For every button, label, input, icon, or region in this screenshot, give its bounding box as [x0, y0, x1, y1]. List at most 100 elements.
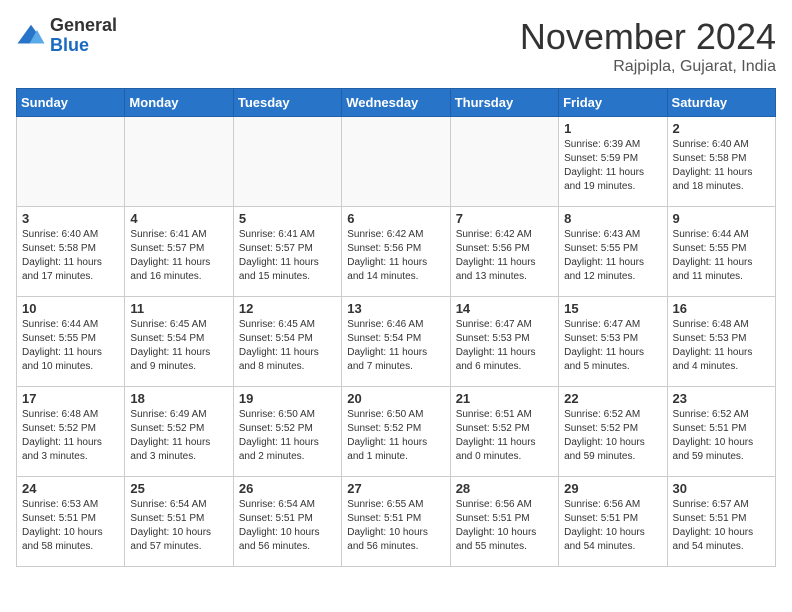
calendar-cell: 21 Sunrise: 6:51 AMSunset: 5:52 PMDayligh…	[450, 387, 558, 477]
calendar-cell: 26 Sunrise: 6:54 AMSunset: 5:51 PMDayligh…	[233, 477, 341, 567]
day-info: Sunrise: 6:57 AMSunset: 5:51 PMDaylight:…	[673, 498, 770, 554]
calendar-cell: 14 Sunrise: 6:47 AMSunset: 5:53 PMDayligh…	[450, 297, 558, 387]
calendar-cell: 30Sunrise: 6:57 AMSunset: 5:51 PMDayligh…	[667, 477, 775, 567]
day-number: 21	[456, 391, 553, 406]
day-number: 17	[22, 391, 119, 406]
calendar-cell: 18 Sunrise: 6:49 AMSunset: 5:52 PMDayligh…	[125, 387, 233, 477]
day-info: Sunrise: 6:40 AMSunset: 5:58 PMDaylight:…	[673, 138, 770, 194]
calendar-cell: 17 Sunrise: 6:48 AMSunset: 5:52 PMDayligh…	[17, 387, 125, 477]
calendar-cell	[342, 117, 450, 207]
day-number: 15	[564, 301, 661, 316]
day-info: Sunrise: 6:42 AMSunset: 5:56 PMDaylight:…	[456, 228, 553, 284]
calendar-cell: 13Sunrise: 6:46 AMSunset: 5:54 PMDayligh…	[342, 297, 450, 387]
day-number: 13	[347, 301, 444, 316]
header-row: SundayMondayTuesdayWednesdayThursdayFrid…	[17, 89, 776, 117]
day-number: 26	[239, 481, 336, 496]
day-info: Sunrise: 6:53 AMSunset: 5:51 PMDaylight:…	[22, 498, 119, 554]
logo: General Blue	[16, 16, 117, 56]
day-info: Sunrise: 6:56 AMSunset: 5:51 PMDaylight:…	[564, 498, 661, 554]
day-number: 23	[673, 391, 770, 406]
day-info: Sunrise: 6:54 AMSunset: 5:51 PMDaylight:…	[239, 498, 336, 554]
day-info: Sunrise: 6:45 AMSunset: 5:54 PMDaylight:…	[239, 318, 336, 374]
day-info: Sunrise: 6:49 AMSunset: 5:52 PMDaylight:…	[130, 408, 227, 464]
calendar-cell	[125, 117, 233, 207]
column-header-wednesday: Wednesday	[342, 89, 450, 117]
day-number: 24	[22, 481, 119, 496]
calendar-cell: 27 Sunrise: 6:55 AMSunset: 5:51 PMDayligh…	[342, 477, 450, 567]
day-info: Sunrise: 6:50 AMSunset: 5:52 PMDaylight:…	[347, 408, 444, 464]
day-number: 11	[130, 301, 227, 316]
calendar-cell: 24 Sunrise: 6:53 AMSunset: 5:51 PMDayligh…	[17, 477, 125, 567]
day-info: Sunrise: 6:54 AMSunset: 5:51 PMDaylight:…	[130, 498, 227, 554]
calendar-cell: 1Sunrise: 6:39 AMSunset: 5:59 PMDaylight…	[559, 117, 667, 207]
day-number: 3	[22, 211, 119, 226]
day-info: Sunrise: 6:47 AMSunset: 5:53 PMDaylight:…	[564, 318, 661, 374]
calendar-cell: 10 Sunrise: 6:44 AMSunset: 5:55 PMDayligh…	[17, 297, 125, 387]
logo-icon	[16, 21, 46, 51]
day-info: Sunrise: 6:56 AMSunset: 5:51 PMDaylight:…	[456, 498, 553, 554]
calendar-cell: 20 Sunrise: 6:50 AMSunset: 5:52 PMDayligh…	[342, 387, 450, 477]
calendar-cell: 5 Sunrise: 6:41 AMSunset: 5:57 PMDaylight…	[233, 207, 341, 297]
day-number: 27	[347, 481, 444, 496]
calendar-cell: 7 Sunrise: 6:42 AMSunset: 5:56 PMDaylight…	[450, 207, 558, 297]
calendar-cell: 3 Sunrise: 6:40 AMSunset: 5:58 PMDaylight…	[17, 207, 125, 297]
week-row-3: 10 Sunrise: 6:44 AMSunset: 5:55 PMDayligh…	[17, 297, 776, 387]
day-info: Sunrise: 6:44 AMSunset: 5:55 PMDaylight:…	[673, 228, 770, 284]
title-block: November 2024 Rajpipla, Gujarat, India	[520, 16, 776, 76]
calendar-cell: 25 Sunrise: 6:54 AMSunset: 5:51 PMDayligh…	[125, 477, 233, 567]
logo-blue-text: Blue	[50, 36, 117, 56]
calendar-body: 1Sunrise: 6:39 AMSunset: 5:59 PMDaylight…	[17, 117, 776, 567]
day-number: 5	[239, 211, 336, 226]
day-number: 20	[347, 391, 444, 406]
day-info: Sunrise: 6:45 AMSunset: 5:54 PMDaylight:…	[130, 318, 227, 374]
day-number: 4	[130, 211, 227, 226]
column-header-thursday: Thursday	[450, 89, 558, 117]
calendar-cell: 28Sunrise: 6:56 AMSunset: 5:51 PMDayligh…	[450, 477, 558, 567]
day-number: 6	[347, 211, 444, 226]
calendar-cell	[17, 117, 125, 207]
day-info: Sunrise: 6:41 AMSunset: 5:57 PMDaylight:…	[239, 228, 336, 284]
day-info: Sunrise: 6:50 AMSunset: 5:52 PMDaylight:…	[239, 408, 336, 464]
calendar-cell: 15 Sunrise: 6:47 AMSunset: 5:53 PMDayligh…	[559, 297, 667, 387]
day-number: 18	[130, 391, 227, 406]
calendar-table: SundayMondayTuesdayWednesdayThursdayFrid…	[16, 88, 776, 567]
day-number: 1	[564, 121, 661, 136]
day-info: Sunrise: 6:44 AMSunset: 5:55 PMDaylight:…	[22, 318, 119, 374]
day-number: 22	[564, 391, 661, 406]
column-header-sunday: Sunday	[17, 89, 125, 117]
calendar-cell: 23Sunrise: 6:52 AMSunset: 5:51 PMDayligh…	[667, 387, 775, 477]
day-number: 16	[673, 301, 770, 316]
logo-general-text: General	[50, 16, 117, 36]
calendar-cell: 9 Sunrise: 6:44 AMSunset: 5:55 PMDaylight…	[667, 207, 775, 297]
day-number: 7	[456, 211, 553, 226]
calendar-cell: 2 Sunrise: 6:40 AMSunset: 5:58 PMDaylight…	[667, 117, 775, 207]
day-info: Sunrise: 6:43 AMSunset: 5:55 PMDaylight:…	[564, 228, 661, 284]
week-row-4: 17 Sunrise: 6:48 AMSunset: 5:52 PMDayligh…	[17, 387, 776, 477]
day-info: Sunrise: 6:48 AMSunset: 5:52 PMDaylight:…	[22, 408, 119, 464]
day-number: 14	[456, 301, 553, 316]
calendar-cell	[233, 117, 341, 207]
page-header: General Blue November 2024 Rajpipla, Guj…	[16, 16, 776, 76]
calendar-cell: 12Sunrise: 6:45 AMSunset: 5:54 PMDayligh…	[233, 297, 341, 387]
day-info: Sunrise: 6:52 AMSunset: 5:52 PMDaylight:…	[564, 408, 661, 464]
day-number: 10	[22, 301, 119, 316]
week-row-2: 3 Sunrise: 6:40 AMSunset: 5:58 PMDaylight…	[17, 207, 776, 297]
week-row-5: 24 Sunrise: 6:53 AMSunset: 5:51 PMDayligh…	[17, 477, 776, 567]
day-info: Sunrise: 6:40 AMSunset: 5:58 PMDaylight:…	[22, 228, 119, 284]
day-number: 2	[673, 121, 770, 136]
calendar-cell: 8Sunrise: 6:43 AMSunset: 5:55 PMDaylight…	[559, 207, 667, 297]
day-info: Sunrise: 6:41 AMSunset: 5:57 PMDaylight:…	[130, 228, 227, 284]
column-header-friday: Friday	[559, 89, 667, 117]
day-number: 9	[673, 211, 770, 226]
day-info: Sunrise: 6:42 AMSunset: 5:56 PMDaylight:…	[347, 228, 444, 284]
column-header-saturday: Saturday	[667, 89, 775, 117]
day-number: 25	[130, 481, 227, 496]
day-info: Sunrise: 6:55 AMSunset: 5:51 PMDaylight:…	[347, 498, 444, 554]
day-number: 19	[239, 391, 336, 406]
day-info: Sunrise: 6:47 AMSunset: 5:53 PMDaylight:…	[456, 318, 553, 374]
week-row-1: 1Sunrise: 6:39 AMSunset: 5:59 PMDaylight…	[17, 117, 776, 207]
day-info: Sunrise: 6:51 AMSunset: 5:52 PMDaylight:…	[456, 408, 553, 464]
calendar-cell: 11 Sunrise: 6:45 AMSunset: 5:54 PMDayligh…	[125, 297, 233, 387]
calendar-cell: 19 Sunrise: 6:50 AMSunset: 5:52 PMDayligh…	[233, 387, 341, 477]
day-number: 29	[564, 481, 661, 496]
